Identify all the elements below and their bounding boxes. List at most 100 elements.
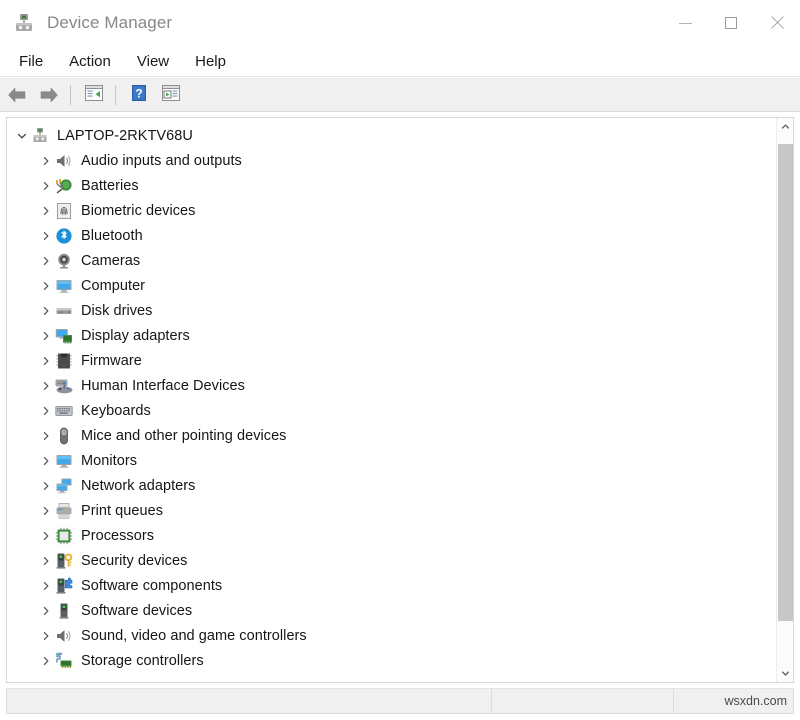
tree-item-label: Audio inputs and outputs (81, 153, 242, 169)
tree-item-label: Print queues (81, 503, 163, 519)
tree-item-label: Storage controllers (81, 653, 204, 669)
tree-item-label: Display adapters (81, 328, 190, 344)
scrollbar-thumb[interactable] (778, 144, 793, 621)
status-cell-2 (491, 689, 673, 713)
tree-item-cameras[interactable]: Cameras (7, 248, 777, 273)
tree-item-bluetooth[interactable]: Bluetooth (7, 223, 777, 248)
device-tree-pane: LAPTOP-2RKTV68U Audio inputs and outputs (6, 117, 794, 683)
chevron-right-icon[interactable] (37, 356, 55, 366)
device-manager-icon (13, 12, 35, 34)
chevron-right-icon[interactable] (37, 181, 55, 191)
scan-hardware-icon (161, 84, 181, 105)
camera-icon (55, 252, 73, 270)
menu-help[interactable]: Help (184, 50, 237, 73)
scan-hardware-changes-button[interactable] (156, 82, 186, 108)
chevron-up-icon (781, 118, 790, 136)
security-device-icon (55, 552, 73, 570)
chevron-right-icon[interactable] (37, 431, 55, 441)
arrow-left-icon (6, 86, 28, 104)
tree-item-label: Software components (81, 578, 222, 594)
close-icon (769, 15, 785, 31)
tree-item-computer[interactable]: Computer (7, 273, 777, 298)
window-bottom-edge (0, 714, 800, 720)
printer-icon (55, 502, 73, 520)
chevron-right-icon[interactable] (37, 606, 55, 616)
maximize-button[interactable] (708, 0, 754, 46)
computer-root-icon (31, 127, 49, 145)
tree-item-processors[interactable]: Processors (7, 523, 777, 548)
tree-item-monitors[interactable]: Monitors (7, 448, 777, 473)
tree-item-label: Security devices (81, 553, 187, 569)
watermark-text: wsxdn.com (724, 694, 787, 708)
tree-root-node[interactable]: LAPTOP-2RKTV68U (7, 123, 777, 148)
tree-item-print-queues[interactable]: Print queues (7, 498, 777, 523)
chevron-right-icon[interactable] (37, 631, 55, 641)
tree-item-batteries[interactable]: Batteries (7, 173, 777, 198)
tree-item-storage-controllers[interactable]: Storage controllers (7, 648, 777, 673)
scrollbar-up-button[interactable] (777, 118, 793, 135)
tree-item-human-interface-devices[interactable]: Human Interface Devices (7, 373, 777, 398)
back-button[interactable] (2, 82, 32, 108)
chevron-right-icon[interactable] (37, 231, 55, 241)
chevron-down-icon[interactable] (13, 131, 31, 141)
forward-button[interactable] (34, 82, 64, 108)
tree-item-sound-video-and-game-controllers[interactable]: Sound, video and game controllers (7, 623, 777, 648)
chevron-right-icon[interactable] (37, 481, 55, 491)
tree-item-label: Monitors (81, 453, 137, 469)
chevron-right-icon[interactable] (37, 506, 55, 516)
chevron-right-icon[interactable] (37, 156, 55, 166)
software-component-icon (55, 577, 73, 595)
menu-file[interactable]: File (8, 50, 54, 73)
show-hide-console-tree-button[interactable] (79, 82, 109, 108)
title-bar: Device Manager (0, 0, 800, 46)
menu-view[interactable]: View (126, 50, 180, 73)
chevron-right-icon[interactable] (37, 381, 55, 391)
processor-icon (55, 527, 73, 545)
chevron-right-icon[interactable] (37, 556, 55, 566)
close-button[interactable] (754, 0, 800, 46)
chevron-right-icon[interactable] (37, 581, 55, 591)
chevron-right-icon[interactable] (37, 306, 55, 316)
tree-item-keyboards[interactable]: Keyboards (7, 398, 777, 423)
fingerprint-icon (55, 202, 73, 220)
status-bar: wsxdn.com (6, 688, 794, 714)
chevron-right-icon[interactable] (37, 256, 55, 266)
chip-icon (55, 352, 73, 370)
chevron-right-icon[interactable] (37, 206, 55, 216)
chevron-right-icon[interactable] (37, 281, 55, 291)
chevron-right-icon[interactable] (37, 456, 55, 466)
software-device-icon (55, 602, 73, 620)
keyboard-icon (55, 402, 73, 420)
tree-item-mice-and-other-pointing-devices[interactable]: Mice and other pointing devices (7, 423, 777, 448)
tree-item-label: Biometric devices (81, 203, 195, 219)
scrollbar-down-button[interactable] (777, 665, 793, 682)
chevron-right-icon[interactable] (37, 531, 55, 541)
tree-item-display-adapters[interactable]: Display adapters (7, 323, 777, 348)
minimize-button[interactable] (662, 0, 708, 46)
tree-vertical-scrollbar[interactable] (776, 118, 793, 682)
console-tree-icon (84, 84, 104, 105)
tree-item-security-devices[interactable]: Security devices (7, 548, 777, 573)
tree-item-disk-drives[interactable]: Disk drives (7, 298, 777, 323)
speaker-icon (55, 152, 73, 170)
menu-action[interactable]: Action (58, 50, 122, 73)
chevron-right-icon[interactable] (37, 331, 55, 341)
arrow-right-icon (38, 86, 60, 104)
help-button[interactable]: ? (124, 82, 154, 108)
toolbar: ? (0, 78, 800, 112)
battery-icon (55, 177, 73, 195)
tree-item-biometric-devices[interactable]: Biometric devices (7, 198, 777, 223)
chevron-right-icon[interactable] (37, 406, 55, 416)
tree-item-network-adapters[interactable]: Network adapters (7, 473, 777, 498)
tree-item-audio-inputs-and-outputs[interactable]: Audio inputs and outputs (7, 148, 777, 173)
speaker-icon (55, 627, 73, 645)
chevron-down-icon (781, 665, 790, 683)
tree-item-firmware[interactable]: Firmware (7, 348, 777, 373)
maximize-icon (725, 17, 737, 29)
tree-item-software-components[interactable]: Software components (7, 573, 777, 598)
tree-item-label: Keyboards (81, 403, 151, 419)
minimize-icon (679, 23, 692, 24)
chevron-right-icon[interactable] (37, 656, 55, 666)
tree-item-label: Batteries (81, 178, 139, 194)
tree-item-software-devices[interactable]: Software devices (7, 598, 777, 623)
